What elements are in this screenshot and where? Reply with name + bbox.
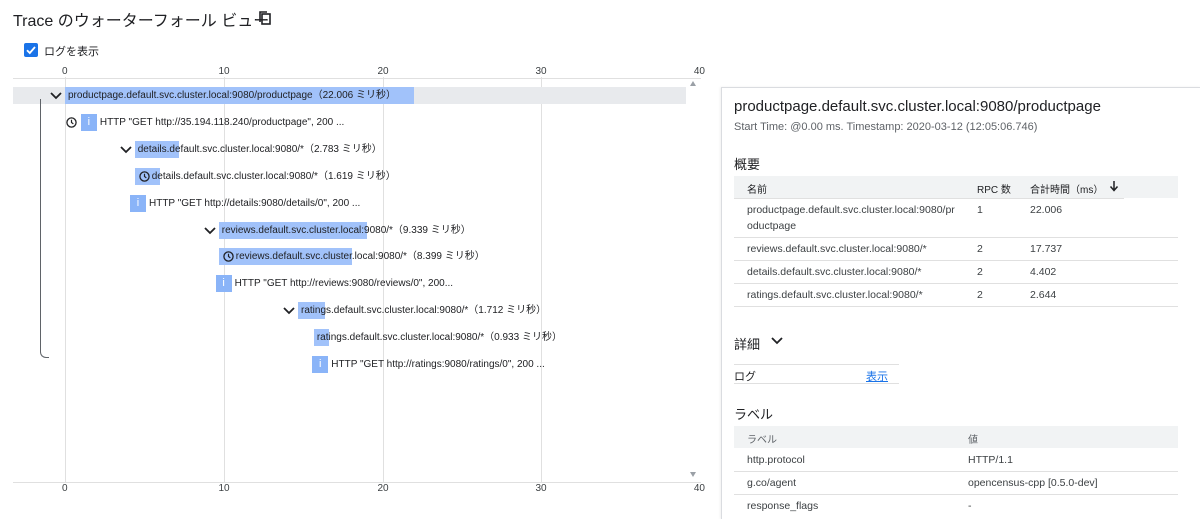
panel-title: productpage.default.svc.cluster.local:90… — [734, 98, 1101, 115]
axis-tick-top: 10 — [218, 66, 230, 77]
divider — [734, 260, 1178, 261]
summary-row-rpc: 2 — [977, 289, 983, 301]
scroll-up-arrow[interactable] — [690, 81, 696, 86]
log-marker[interactable]: i — [80, 114, 97, 131]
labels-heading: ラベル — [734, 407, 774, 422]
col-rpc-header[interactable]: RPC 数 — [977, 181, 1011, 196]
label-value: opencensus-cpp [0.5.0-dev] — [968, 477, 1098, 489]
chevron-down-icon[interactable] — [283, 307, 295, 315]
summary-row-name[interactable]: details.default.svc.cluster.local:9080/* — [747, 266, 922, 278]
label-value: HTTP/1.1 — [968, 454, 1013, 466]
span-label: details.default.svc.cluster.local:9080/*… — [151, 171, 396, 182]
labels-table-header — [734, 426, 1178, 448]
sort-desc-icon[interactable] — [1109, 180, 1119, 192]
details-heading[interactable]: 詳細 — [734, 334, 760, 353]
gridline — [65, 77, 66, 482]
copy-icon[interactable] — [259, 11, 272, 25]
summary-row-name-cont[interactable]: oductpage — [747, 220, 796, 232]
log-marker[interactable]: i — [312, 356, 329, 373]
axis-tick-bottom: 10 — [218, 483, 230, 494]
axis-tick-bottom: 30 — [535, 483, 547, 494]
log-label: ログ — [734, 371, 756, 383]
tree-bracket — [40, 99, 49, 358]
label-key: g.co/agent — [747, 477, 797, 489]
summary-row-rpc: 1 — [977, 204, 983, 216]
chevron-down-icon[interactable] — [120, 146, 132, 154]
chevron-down-icon[interactable] — [204, 227, 216, 235]
span-label: ratings.default.svc.cluster.local:9080/*… — [316, 332, 562, 343]
summary-row-name[interactable]: productpage.default.svc.cluster.local:90… — [747, 204, 955, 216]
span-label: HTTP "GET http://35.194.118.240/productp… — [99, 117, 345, 128]
page-title: Trace のウォーターフォール ビュー — [13, 13, 270, 30]
summary-row-name[interactable]: ratings.default.svc.cluster.local:9080/* — [747, 289, 923, 301]
summary-row-total: 17.737 — [1030, 243, 1063, 255]
axis-tick-bottom: 40 — [693, 483, 705, 494]
summary-row-total: 22.006 — [1030, 204, 1063, 216]
axis-tick-top: 30 — [535, 66, 547, 77]
panel-subtitle: Start Time: @0.00 ms. Timestamp: 2020-03… — [734, 121, 1038, 133]
divider — [734, 198, 1124, 199]
summary-row-name[interactable]: reviews.default.svc.cluster.local:9080/* — [747, 243, 927, 255]
divider — [734, 283, 1178, 284]
chevron-down-icon[interactable] — [50, 92, 62, 100]
axis-tick-top: 40 — [693, 66, 705, 77]
span-label: reviews.default.svc.cluster.local:9080/*… — [235, 251, 485, 262]
span-label: productpage.default.svc.cluster.local:90… — [68, 90, 396, 101]
divider — [734, 494, 1178, 495]
value-col-header: 値 — [968, 435, 978, 446]
clock-icon — [66, 117, 77, 128]
label-col-header: ラベル — [747, 435, 777, 446]
summary-row-total: 2.644 — [1030, 289, 1057, 301]
divider — [734, 364, 899, 365]
col-total-header[interactable]: 合計時間（ms） — [1030, 181, 1103, 196]
divider — [734, 306, 1178, 307]
show-logs-checkbox[interactable] — [24, 43, 38, 57]
summary-row-total: 4.402 — [1030, 266, 1057, 278]
axis-line-bottom — [13, 482, 701, 483]
divider — [734, 383, 899, 384]
log-marker[interactable]: i — [215, 275, 232, 292]
axis-tick-bottom: 0 — [62, 483, 68, 494]
gridline — [541, 77, 542, 482]
label-key: http.protocol — [747, 454, 805, 466]
span-label: HTTP "GET http://reviews:9080/reviews/0"… — [234, 278, 454, 289]
divider — [734, 237, 1178, 238]
show-logs-label: ログを表示 — [44, 46, 99, 58]
summary-row-rpc: 2 — [977, 266, 983, 278]
view-logs-link[interactable]: 表示 — [866, 368, 888, 384]
summary-heading: 概要 — [734, 157, 761, 172]
span-label: reviews.default.svc.cluster.local:9080/*… — [221, 225, 471, 236]
summary-row-rpc: 2 — [977, 243, 983, 255]
label-value: - — [968, 500, 972, 512]
scroll-down-arrow[interactable] — [690, 472, 696, 477]
log-marker[interactable]: i — [129, 195, 146, 212]
divider — [734, 471, 1178, 472]
col-name-header[interactable]: 名前 — [747, 181, 767, 196]
span-label: HTTP "GET http://details:9080/details/0"… — [148, 198, 361, 209]
clock-icon — [139, 171, 150, 182]
chevron-down-icon[interactable] — [771, 337, 783, 345]
axis-tick-top: 20 — [377, 66, 389, 77]
axis-tick-bottom: 20 — [377, 483, 389, 494]
check-icon — [26, 46, 36, 55]
label-key: response_flags — [747, 500, 819, 512]
axis-tick-top: 0 — [62, 66, 68, 77]
clock-icon — [223, 251, 234, 262]
span-label: HTTP "GET http://ratings:9080/ratings/0"… — [331, 359, 545, 370]
span-label: details.default.svc.cluster.local:9080/*… — [137, 144, 382, 155]
span-label: ratings.default.svc.cluster.local:9080/*… — [300, 305, 547, 316]
axis-line-top — [13, 78, 701, 79]
